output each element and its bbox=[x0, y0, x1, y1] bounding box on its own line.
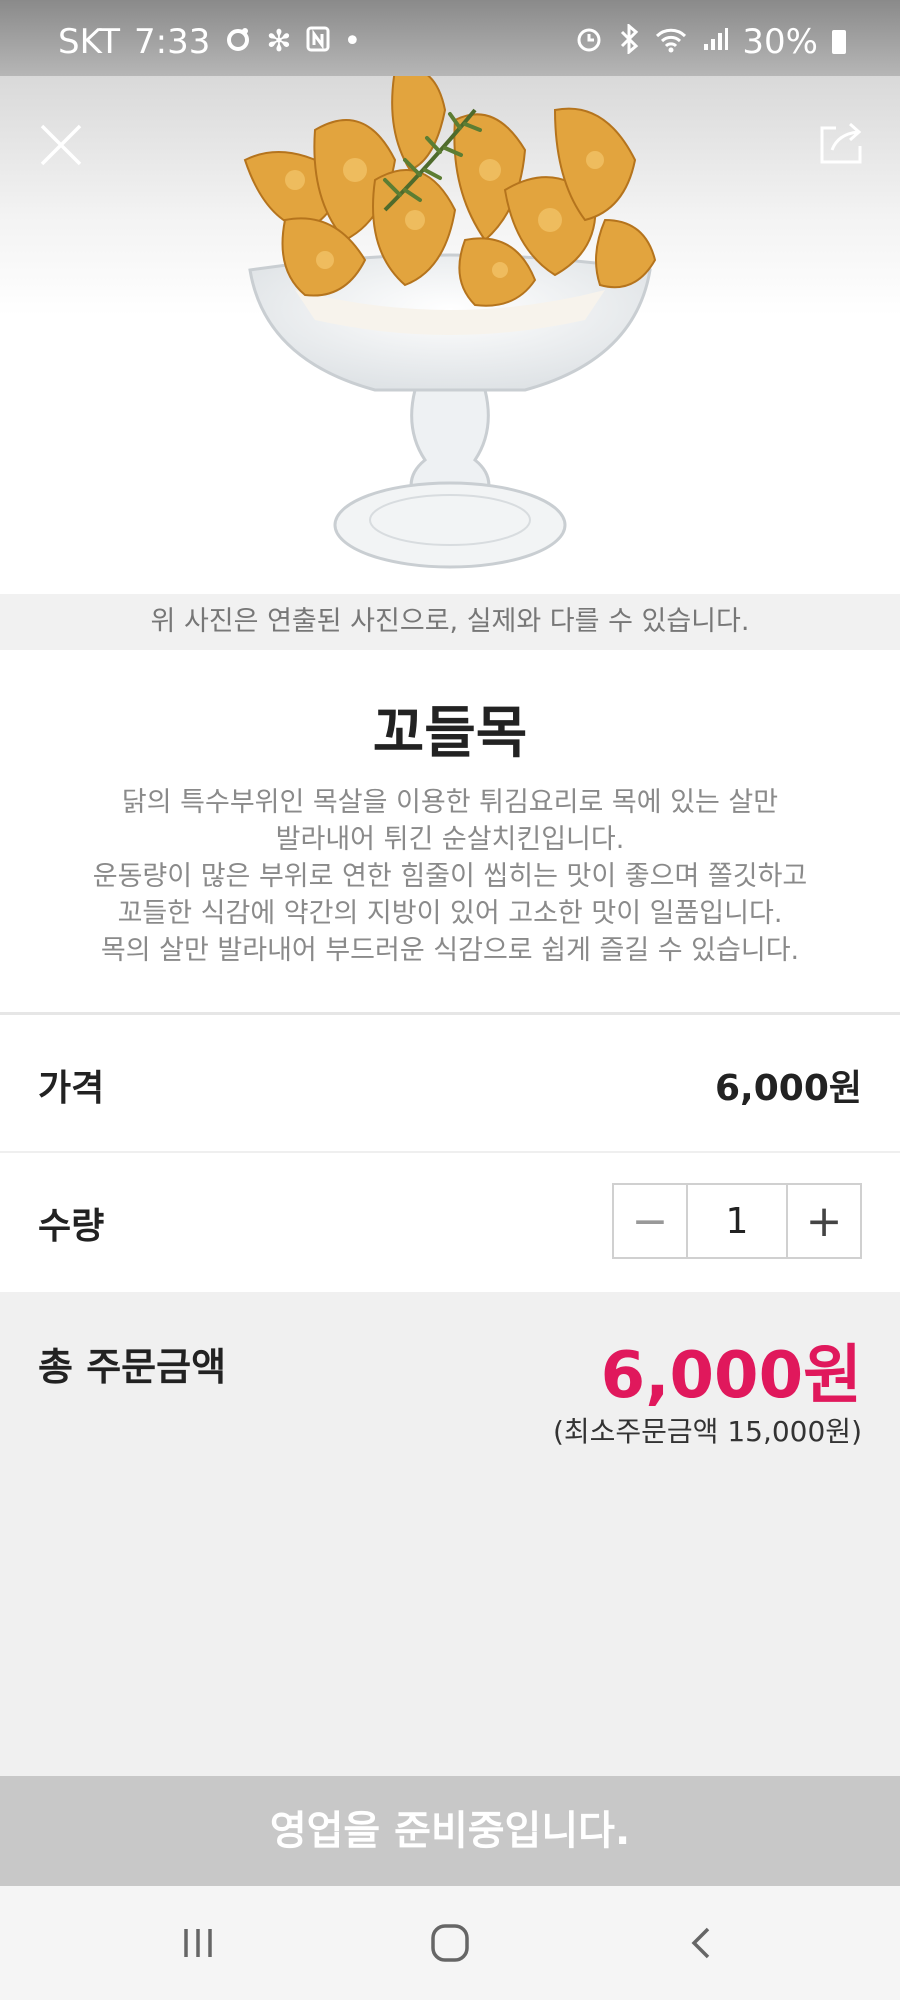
status-right: 30% bbox=[574, 22, 846, 62]
quantity-stepper: − 1 + bbox=[612, 1183, 862, 1259]
order-button-disabled[interactable]: 영업을 준비중입니다. bbox=[0, 1776, 900, 1886]
signal-icon bbox=[702, 26, 729, 58]
quantity-label: 수량 bbox=[38, 1206, 105, 1247]
share-button[interactable] bbox=[816, 118, 866, 168]
product-title: 꼬들목 bbox=[372, 701, 528, 766]
carrier: SKT bbox=[58, 22, 121, 62]
status-left: SKT 7:33 ✻ • bbox=[58, 22, 361, 62]
increase-quantity-button[interactable]: + bbox=[788, 1185, 860, 1257]
close-icon bbox=[40, 124, 82, 166]
description-line: 운동량이 많은 부위로 연한 힘줄이 씹히는 맛이 좋으며 쫄깃하고 bbox=[92, 861, 808, 892]
product-image bbox=[0, 76, 900, 594]
clock: 7:33 bbox=[134, 22, 211, 62]
product-description: 닭의 특수부위인 목살을 이용한 튀김요리로 목에 있는 살만 발라내어 튀긴 … bbox=[40, 784, 860, 969]
price-row: 가격 6,000원 bbox=[0, 1015, 900, 1151]
total-price: 6,000원 bbox=[600, 1339, 862, 1413]
wifi-icon bbox=[654, 25, 688, 59]
battery-icon bbox=[832, 30, 846, 54]
battery-percent: 30% bbox=[742, 22, 818, 62]
status-bar: SKT 7:33 ✻ • 30% bbox=[0, 0, 900, 88]
share-icon bbox=[820, 122, 862, 164]
price-value: 6,000원 bbox=[715, 1068, 862, 1109]
fried-chicken-neck-photo bbox=[243, 76, 657, 569]
fan-icon: ✻ bbox=[266, 24, 292, 59]
alarm-icon bbox=[574, 24, 604, 60]
plus-icon: + bbox=[805, 1195, 843, 1247]
price-label: 가격 bbox=[38, 1068, 105, 1109]
close-button[interactable] bbox=[36, 120, 86, 170]
minimum-order-note: (최소주문금액 15,000원) bbox=[552, 1415, 862, 1448]
total-section: 총 주문금액 6,000원 (최소주문금액 15,000원) bbox=[0, 1292, 900, 1776]
home-icon bbox=[431, 1924, 469, 1962]
description-line: 꼬들한 식감에 약간의 지방이 있어 고소한 맛이 일품입니다. bbox=[117, 898, 783, 929]
photo-disclaimer: 위 사진은 연출된 사진으로, 실제와 다를 수 있습니다. bbox=[0, 594, 900, 650]
system-nav-bar bbox=[0, 1886, 900, 2000]
dot-icon: • bbox=[343, 24, 362, 59]
back-icon bbox=[691, 1927, 710, 1959]
back-button[interactable] bbox=[672, 1918, 732, 1968]
nfc-icon bbox=[306, 26, 330, 58]
description-line: 발라내어 튀긴 순살치킨입니다. bbox=[275, 824, 625, 855]
recent-apps-button[interactable] bbox=[168, 1918, 228, 1968]
quantity-row: 수량 − 1 + bbox=[0, 1153, 900, 1289]
home-button[interactable] bbox=[420, 1918, 480, 1968]
total-label: 총 주문금액 bbox=[38, 1345, 227, 1389]
decrease-quantity-button[interactable]: − bbox=[614, 1185, 686, 1257]
description-line: 닭의 특수부위인 목살을 이용한 튀김요리로 목에 있는 살만 bbox=[121, 787, 779, 818]
description-line: 목의 살만 발라내어 부드러운 식감으로 쉽게 즐길 수 있습니다. bbox=[100, 935, 800, 966]
sync-icon bbox=[224, 25, 252, 59]
recent-apps-icon bbox=[184, 1929, 212, 1957]
minus-icon: − bbox=[631, 1195, 669, 1247]
bluetooth-icon bbox=[618, 22, 640, 60]
quantity-value[interactable]: 1 bbox=[686, 1185, 788, 1257]
